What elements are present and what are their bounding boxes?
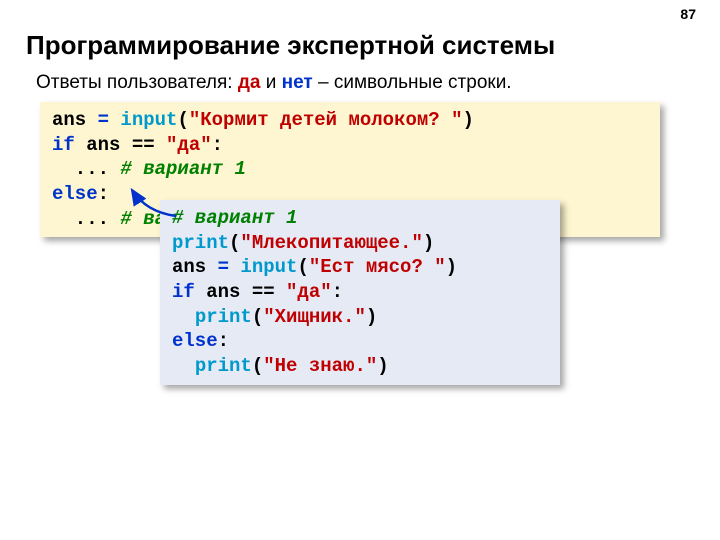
code-tok: "Млекопитающее." — [240, 232, 422, 254]
code-tok: # вариант 1 — [120, 158, 245, 180]
code-tok: : — [218, 330, 229, 352]
subtitle-mid: и — [260, 72, 281, 93]
code-tok: ... — [52, 158, 120, 180]
subtitle-no: нет — [282, 72, 313, 93]
code-tok: : — [98, 183, 109, 205]
code-tok: "да" — [286, 281, 332, 303]
code-tok: ans — [52, 109, 98, 131]
code-tok: ( — [252, 355, 263, 377]
subtitle-prefix: Ответы пользователя: — [36, 72, 238, 93]
code-tok: : — [212, 134, 223, 156]
code-tok: else — [52, 183, 98, 205]
subtitle-yes: да — [238, 72, 261, 93]
code-tok: "Кормит детей молоком? " — [189, 109, 463, 131]
code-tok: "да" — [166, 134, 212, 156]
code-tok: # вариант 1 — [172, 207, 297, 229]
code-tok: print — [195, 355, 252, 377]
code-tok: : — [332, 281, 343, 303]
code-tok: ( — [177, 109, 188, 131]
code-tok: "Не знаю." — [263, 355, 377, 377]
page-number: 87 — [680, 6, 696, 22]
code-tok: ( — [252, 306, 263, 328]
code-tok: if — [52, 134, 75, 156]
code-tok: ) — [377, 355, 388, 377]
subtitle: Ответы пользователя: да и нет – символьн… — [36, 72, 512, 94]
code-tok: ans == — [195, 281, 286, 303]
code-tok: = — [218, 256, 241, 278]
code-tok: ) — [366, 306, 377, 328]
code-tok: else — [172, 330, 218, 352]
code-tok: if — [172, 281, 195, 303]
code-tok: ... — [52, 208, 120, 230]
code-tok: input — [120, 109, 177, 131]
code-tok: "Хищник." — [263, 306, 366, 328]
code-tok: input — [240, 256, 297, 278]
code-tok: ) — [463, 109, 474, 131]
code-tok: print — [195, 306, 252, 328]
code-tok: "Ест мясо? " — [309, 256, 446, 278]
code-tok: print — [172, 232, 229, 254]
code-tok: ans == — [75, 134, 166, 156]
page-title: Программирование экспертной системы — [26, 30, 555, 61]
code-tok: ans — [172, 256, 218, 278]
code-block-variant1: # вариант 1 print("Млекопитающее.") ans … — [160, 200, 560, 385]
code-tok: ( — [297, 256, 308, 278]
code-tok: = — [98, 109, 121, 131]
code-tok: ) — [423, 232, 434, 254]
subtitle-suffix: – символьные строки. — [313, 72, 512, 93]
code-tok: ) — [446, 256, 457, 278]
code-tok: ( — [229, 232, 240, 254]
